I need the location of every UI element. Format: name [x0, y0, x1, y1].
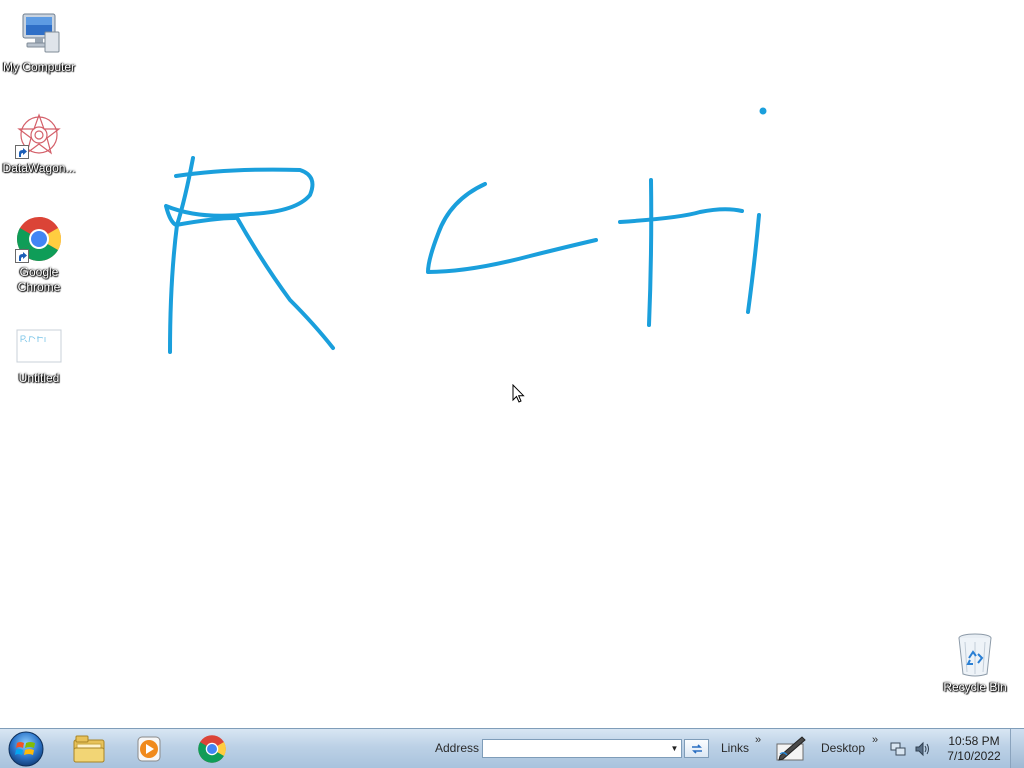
desktop-icon-label: Recycle Bin [943, 680, 1007, 694]
computer-icon [15, 10, 63, 58]
ink-stroke-r-leg [234, 214, 335, 350]
chrome-icon [198, 735, 226, 763]
clock-date: 7/10/2022 [947, 749, 1001, 763]
desktop-icon-recycle-bin[interactable]: Recycle Bin [935, 630, 1015, 695]
desktop-toolbar-label[interactable]: Desktop [821, 741, 865, 755]
address-go-button[interactable] [684, 739, 709, 758]
ink-stroke-i-stem [746, 213, 761, 314]
media-player-icon [137, 736, 161, 762]
ink-stroke-r-bowl [164, 167, 315, 227]
datawagon-icon [15, 111, 63, 159]
desktop-icon-label: Google Chrome [17, 265, 61, 294]
desktop-icon-label: Untitled [18, 371, 60, 385]
chevron-down-icon[interactable]: ▼ [668, 740, 681, 757]
pen-tablet-icon [776, 736, 806, 761]
links-toolbar-label[interactable]: Links [721, 741, 749, 755]
desktop-chevron-icon[interactable]: » [872, 734, 878, 746]
desktop-icon-untitled[interactable]: Untitled [0, 328, 79, 386]
desktop-icon-my-computer[interactable]: My Computer [0, 10, 79, 75]
freehand-ink-drawing [164, 107, 767, 354]
address-label: Address [435, 741, 480, 755]
taskbar: Address ▼ Links » Desktop » 10:58 PM 7/1… [0, 728, 1024, 768]
ink-stroke-r-stem [168, 156, 195, 354]
windows-orb-icon [8, 731, 44, 767]
desktop-icon-label: DataWagon... [2, 161, 76, 175]
taskbar-media-player-button[interactable] [123, 731, 175, 767]
desktop-icon-datawagon[interactable]: DataWagon... [0, 111, 79, 176]
chrome-icon [15, 215, 63, 263]
show-desktop-button[interactable] [1010, 729, 1024, 768]
shortcut-arrow-icon [15, 249, 29, 263]
desktop[interactable]: My Computer DataWagon... Google Chrome U… [0, 0, 1024, 728]
system-clock[interactable]: 10:58 PM 7/10/2022 [942, 734, 1006, 764]
image-file-icon [15, 328, 63, 364]
recycle-bin-icon [951, 630, 999, 678]
ink-stroke-t-bar [618, 207, 744, 224]
taskbar-explorer-button[interactable] [63, 731, 115, 767]
taskbar-pen-tablet-button[interactable] [766, 731, 816, 767]
speaker-icon[interactable] [914, 741, 932, 762]
mouse-cursor-icon [512, 383, 526, 404]
taskbar-chrome-button[interactable] [186, 731, 238, 767]
ink-stroke-c [426, 182, 598, 274]
start-button[interactable] [4, 730, 48, 768]
address-input[interactable] [482, 739, 682, 758]
ink-stroke-t-stem [647, 178, 654, 327]
desktop-icon-label: My Computer [2, 60, 76, 74]
folder-icon [73, 735, 105, 763]
network-icon[interactable] [890, 741, 906, 762]
desktop-icon-google-chrome[interactable]: Google Chrome [0, 215, 79, 295]
links-chevron-icon[interactable]: » [755, 734, 761, 746]
ink-stroke-i-dot [759, 107, 767, 115]
refresh-icon [691, 743, 702, 754]
shortcut-arrow-icon [15, 145, 29, 159]
clock-time: 10:58 PM [948, 734, 1000, 748]
